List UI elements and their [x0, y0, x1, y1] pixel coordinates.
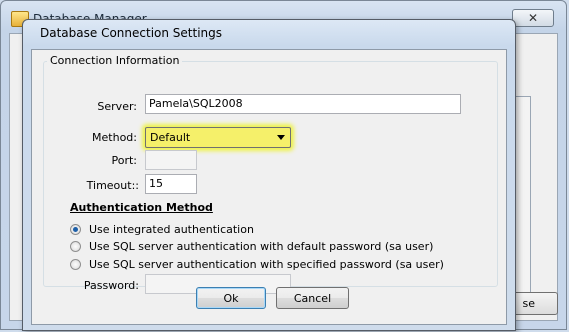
radio-label: Use SQL server authentication with speci…: [89, 257, 444, 271]
authentication-method-heading: Authentication Method: [70, 201, 213, 214]
server-label: Server:: [97, 100, 137, 113]
dialog-title: Database Connection Settings: [40, 26, 223, 40]
method-value: Default: [150, 131, 191, 144]
ok-button-label: Ok: [223, 291, 239, 305]
radio-button[interactable]: [70, 240, 81, 252]
radio-sql-default-password[interactable]: Use SQL server authentication with defau…: [70, 238, 433, 254]
radio-button[interactable]: [70, 258, 81, 270]
radio-sql-specified-password[interactable]: Use SQL server authentication with speci…: [70, 256, 444, 272]
radio-integrated-auth[interactable]: Use integrated authentication: [70, 221, 254, 237]
group-title: Connection Information: [47, 54, 183, 67]
chevron-down-icon: [277, 135, 285, 140]
method-dropdown[interactable]: Default: [145, 127, 291, 148]
dialog-body: Connection Information Server: Pamela\SQ…: [31, 49, 507, 325]
timeout-input[interactable]: 15: [145, 174, 197, 194]
cancel-button[interactable]: Cancel: [276, 287, 349, 309]
close-icon: ✕: [527, 11, 539, 25]
server-input[interactable]: Pamela\SQL2008: [145, 94, 461, 114]
parent-close-button[interactable]: ✕: [512, 9, 554, 27]
password-label: Password:: [83, 279, 139, 292]
method-label: Method:: [92, 131, 137, 144]
cancel-button-label: Cancel: [293, 291, 332, 305]
connection-settings-dialog: Database Connection Settings Connection …: [22, 19, 516, 331]
radio-label: Use integrated authentication: [89, 222, 254, 236]
port-input[interactable]: [145, 150, 197, 170]
timeout-label: Timeout::: [86, 179, 139, 192]
port-label: Port:: [111, 154, 137, 167]
ok-button[interactable]: Ok: [196, 287, 266, 309]
radio-button-checked[interactable]: [70, 223, 81, 235]
parent-close-button-label: se: [522, 297, 536, 310]
radio-label: Use SQL server authentication with defau…: [89, 239, 434, 253]
